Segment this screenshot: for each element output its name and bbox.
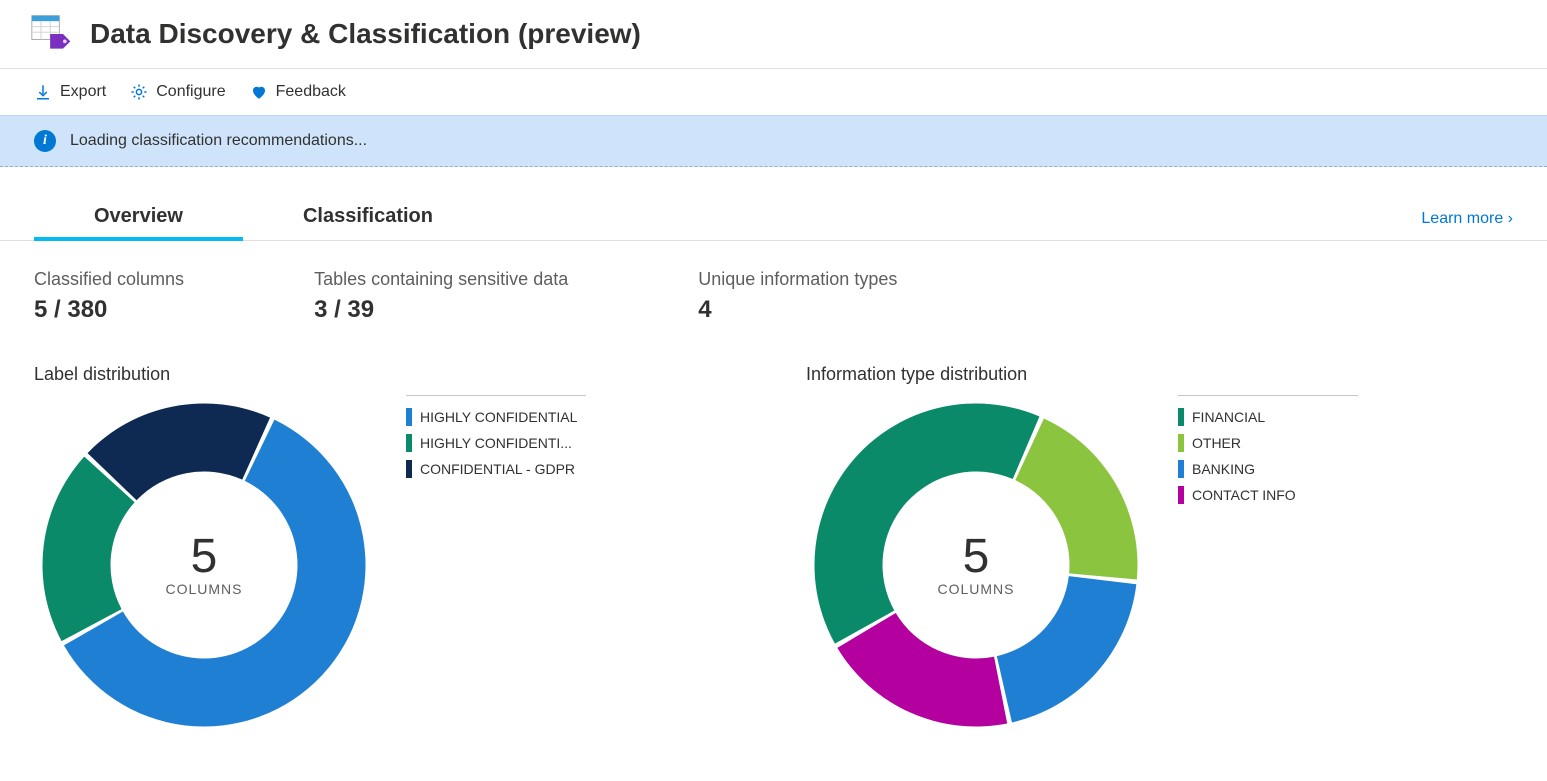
- stat-unique-info-types: Unique information types 4: [698, 269, 897, 324]
- legend-swatch: [1178, 408, 1184, 426]
- page-title: Data Discovery & Classification (preview…: [90, 18, 641, 50]
- legend-label: HIGHLY CONFIDENTIAL: [420, 409, 577, 425]
- donut-slice[interactable]: [1015, 418, 1137, 579]
- legend-info-type-distribution: FINANCIAL OTHER BANKING CONTACT INFO: [1178, 395, 1358, 508]
- banner-text: Loading classification recommendations..…: [70, 132, 367, 150]
- export-label: Export: [60, 83, 106, 101]
- legend-label: OTHER: [1192, 435, 1241, 451]
- heart-icon: [250, 83, 268, 101]
- legend-item[interactable]: CONFIDENTIAL - GDPR: [406, 456, 586, 482]
- donut-info-type-distribution: 5 COLUMNS: [806, 395, 1146, 735]
- stat-label: Tables containing sensitive data: [314, 269, 568, 290]
- stats-row: Classified columns 5 / 380 Tables contai…: [0, 241, 1547, 324]
- legend-label: CONFIDENTIAL - GDPR: [420, 461, 575, 477]
- legend-swatch: [1178, 460, 1184, 478]
- legend-item[interactable]: HIGHLY CONFIDENTI...: [406, 430, 586, 456]
- legend-swatch: [406, 434, 412, 452]
- donut-center-text: COLUMNS: [165, 581, 242, 597]
- legend-swatch: [406, 408, 412, 426]
- legend-swatch: [406, 460, 412, 478]
- charts-row: Label distribution 5 COLUMNS HIGHLY CONF…: [0, 324, 1547, 735]
- stat-value: 3 / 39: [314, 296, 568, 324]
- legend-label: BANKING: [1192, 461, 1255, 477]
- tabs: Overview Classification Learn more ›: [0, 167, 1547, 241]
- stat-label: Unique information types: [698, 269, 897, 290]
- legend-item[interactable]: BANKING: [1178, 456, 1358, 482]
- donut-slice[interactable]: [837, 613, 1007, 727]
- gear-icon: [130, 83, 148, 101]
- configure-label: Configure: [156, 83, 225, 101]
- command-bar: Export Configure Feedback: [0, 69, 1547, 115]
- donut-center-number: 5: [937, 533, 1014, 581]
- stat-value: 5 / 380: [34, 296, 184, 324]
- configure-button[interactable]: Configure: [130, 83, 225, 101]
- stat-value: 4: [698, 296, 897, 324]
- legend-label: CONTACT INFO: [1192, 487, 1296, 503]
- loading-banner: i Loading classification recommendations…: [0, 115, 1547, 167]
- legend-item[interactable]: OTHER: [1178, 430, 1358, 456]
- stat-label: Classified columns: [34, 269, 184, 290]
- legend-item[interactable]: FINANCIAL: [1178, 404, 1358, 430]
- learn-more-link[interactable]: Learn more ›: [1421, 210, 1513, 240]
- stat-classified-columns: Classified columns 5 / 380: [34, 269, 184, 324]
- legend-label: FINANCIAL: [1192, 409, 1265, 425]
- donut-center-text: COLUMNS: [937, 581, 1014, 597]
- page-header: Data Discovery & Classification (preview…: [0, 0, 1547, 69]
- chart-title: Information type distribution: [806, 364, 1358, 385]
- legend-swatch: [1178, 434, 1184, 452]
- donut-slice[interactable]: [815, 404, 1040, 644]
- legend-swatch: [1178, 486, 1184, 504]
- legend-label-distribution: HIGHLY CONFIDENTIAL HIGHLY CONFIDENTI... C…: [406, 395, 586, 482]
- chart-title: Label distribution: [34, 364, 586, 385]
- donut-slice[interactable]: [997, 576, 1137, 722]
- tab-overview[interactable]: Overview: [34, 197, 243, 240]
- legend-label: HIGHLY CONFIDENTI...: [420, 435, 572, 451]
- chart-info-type-distribution: Information type distribution 5 COLUMNS …: [806, 364, 1358, 735]
- donut-label-distribution: 5 COLUMNS: [34, 395, 374, 735]
- stat-tables-sensitive: Tables containing sensitive data 3 / 39: [314, 269, 568, 324]
- info-icon: i: [34, 130, 56, 152]
- legend-item[interactable]: CONTACT INFO: [1178, 482, 1358, 508]
- feedback-button[interactable]: Feedback: [250, 83, 346, 101]
- chart-label-distribution: Label distribution 5 COLUMNS HIGHLY CONF…: [34, 364, 586, 735]
- donut-center: 5 COLUMNS: [165, 533, 242, 597]
- feedback-label: Feedback: [276, 83, 346, 101]
- database-tag-icon: [30, 12, 74, 56]
- donut-center-number: 5: [165, 533, 242, 581]
- download-icon: [34, 83, 52, 101]
- donut-center: 5 COLUMNS: [937, 533, 1014, 597]
- export-button[interactable]: Export: [34, 83, 106, 101]
- legend-item[interactable]: HIGHLY CONFIDENTIAL: [406, 404, 586, 430]
- tab-classification[interactable]: Classification: [243, 197, 493, 240]
